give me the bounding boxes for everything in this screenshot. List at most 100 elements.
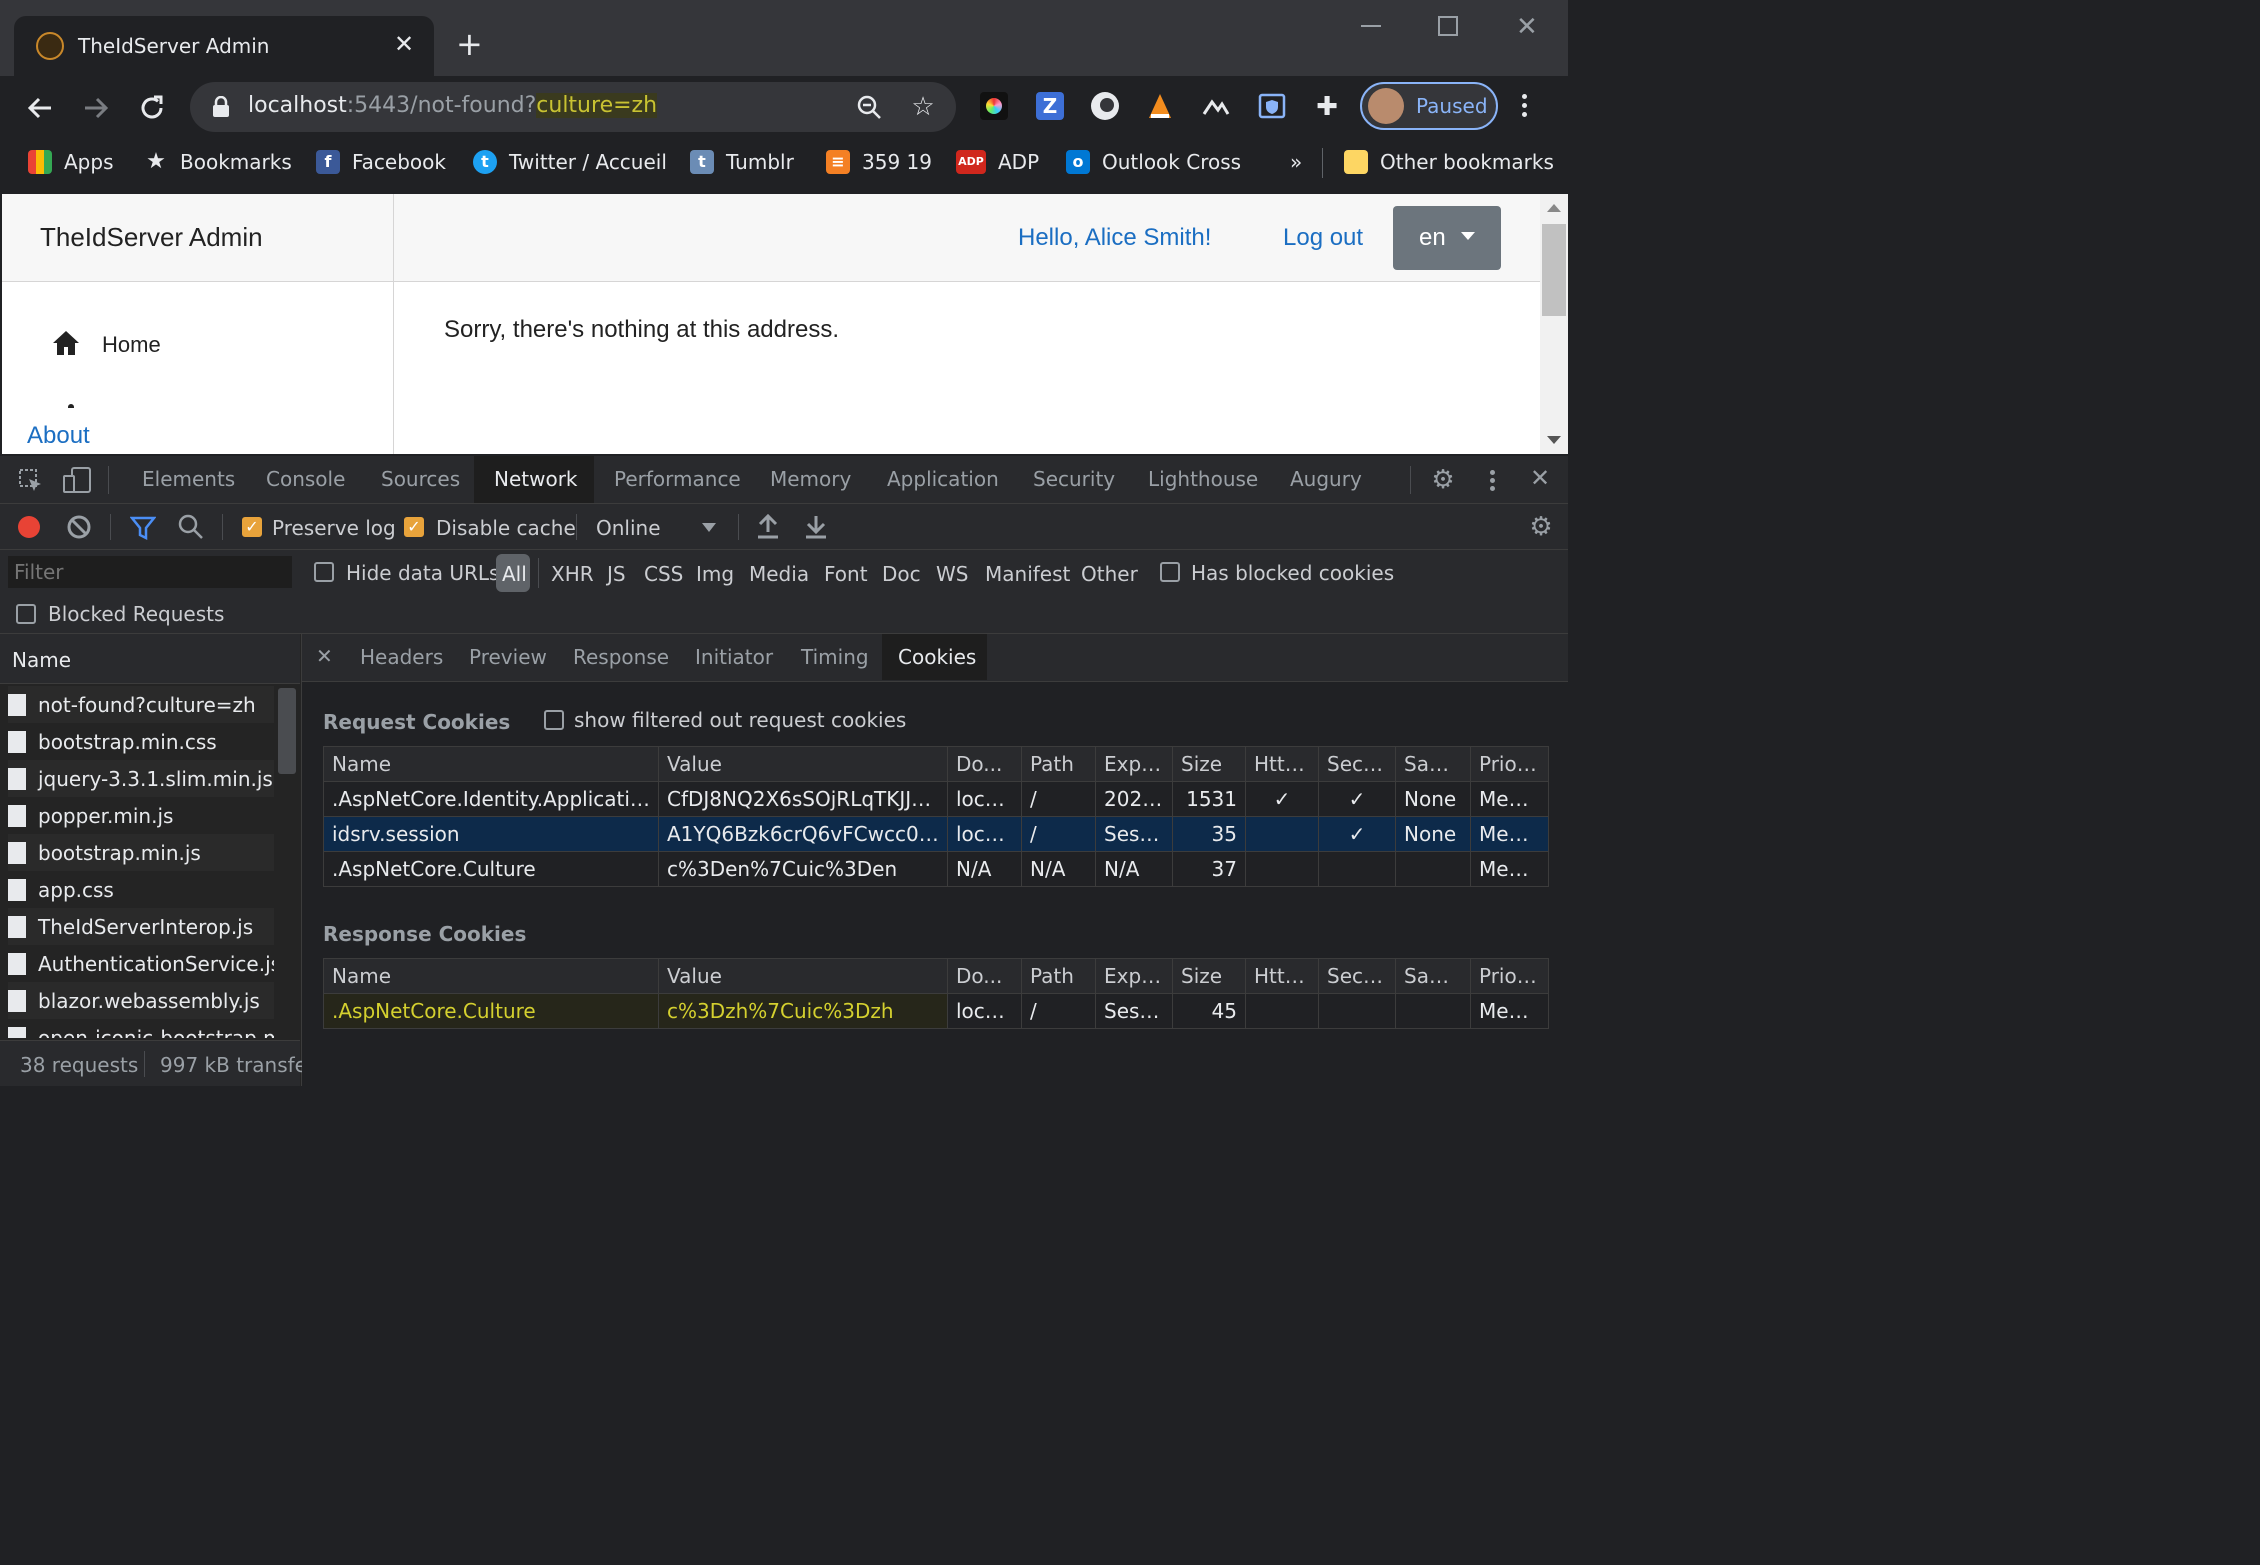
bookmark-other[interactable]: Other bookmarks [1344,150,1554,174]
chevron-down-icon[interactable] [702,523,716,533]
col-samesite[interactable]: Sam... [1395,958,1471,994]
bookmark-apps[interactable]: Apps [28,150,114,174]
type-js[interactable]: JS [607,562,626,586]
minimize-icon[interactable] [1360,14,1382,36]
extension-z-icon[interactable]: Z [1036,92,1064,120]
tab-preview[interactable]: Preview [453,634,563,680]
col-expires[interactable]: Expir... [1095,958,1173,994]
language-dropdown[interactable]: en [1393,206,1501,270]
blocked-requests-checkbox[interactable] [16,604,36,624]
tab-response[interactable]: Response [557,634,685,680]
table-row[interactable]: .AspNetCore.Culture c%3Den%7Cuic%3Den N/… [323,851,1549,887]
profile-button[interactable]: Paused [1360,82,1498,130]
bookmark-outlook[interactable]: o Outlook Cross [1066,150,1241,174]
devtools-close-icon[interactable]: ✕ [1530,464,1550,492]
clear-icon[interactable] [66,514,92,540]
tab-memory[interactable]: Memory [750,456,871,503]
back-arrow-icon[interactable] [26,94,54,122]
window-close-icon[interactable]: ✕ [1516,14,1538,40]
search-icon[interactable] [178,514,204,540]
col-value[interactable]: Value [658,958,948,994]
bookmark-bookmarks[interactable]: ★ Bookmarks [144,150,292,175]
type-doc[interactable]: Doc [882,562,921,586]
extensions-puzzle-icon[interactable]: ✚ [1312,92,1342,122]
filter-funnel-icon[interactable] [130,516,156,540]
bookmark-star-icon[interactable]: ☆ [908,92,938,122]
col-value[interactable]: Value [658,746,948,782]
tab-initiator[interactable]: Initiator [679,634,789,680]
nav-about[interactable]: About [27,422,90,450]
col-httponly[interactable]: Http... [1245,746,1319,782]
forward-arrow-icon[interactable] [82,94,110,122]
type-css[interactable]: CSS [644,562,683,586]
request-row[interactable]: blazor.webassembly.js [8,982,274,1019]
reload-icon[interactable] [138,94,166,122]
maximize-icon[interactable] [1438,16,1458,36]
scroll-up-icon[interactable] [1547,204,1561,212]
request-row[interactable]: AuthenticationService.js [8,945,274,982]
col-priority[interactable]: Prior... [1470,746,1549,782]
col-httponly[interactable]: Http... [1245,958,1319,994]
hide-data-urls-checkbox[interactable] [314,562,334,582]
new-tab-icon[interactable]: + [456,28,483,60]
browser-menu-icon[interactable] [1522,94,1530,117]
tab-console[interactable]: Console [246,456,365,503]
extension-colorwheel-icon[interactable] [980,92,1008,120]
table-row[interactable]: .AspNetCore.Identity.Application CfDJ8NQ… [323,781,1549,817]
request-list-scrollbar[interactable] [276,686,298,1038]
col-name[interactable]: Name [323,958,659,994]
col-size[interactable]: Size [1172,958,1246,994]
preserve-log-checkbox[interactable]: ✓ [242,517,262,537]
logout-link[interactable]: Log out [1283,224,1363,252]
bookmark-facebook[interactable]: f Facebook [316,150,446,174]
has-blocked-cookies-checkbox[interactable] [1160,562,1180,582]
type-img[interactable]: Img [696,562,734,586]
nav-home[interactable]: Home [102,332,161,358]
type-all-button[interactable]: All [496,554,530,592]
close-details-icon[interactable]: ✕ [316,644,333,668]
greeting-link[interactable]: Hello, Alice Smith! [1018,224,1211,252]
request-row[interactable]: bootstrap.min.js [8,834,274,871]
request-row[interactable]: jquery-3.3.1.slim.min.js [8,760,274,797]
col-domain[interactable]: Do... [947,746,1022,782]
filter-input[interactable] [8,556,292,588]
col-secure[interactable]: Secu... [1318,746,1396,782]
bookmark-stackoverflow[interactable]: ≡ 359 19 [826,150,932,174]
col-expires[interactable]: Expir... [1095,746,1173,782]
tab-cookies[interactable]: Cookies [882,634,987,680]
col-path[interactable]: Path [1021,746,1096,782]
tab-augury[interactable]: Augury [1270,456,1382,503]
scroll-down-icon[interactable] [1547,436,1561,444]
col-size[interactable]: Size [1172,746,1246,782]
col-name[interactable]: Name [323,746,659,782]
bookmarks-overflow-icon[interactable]: » [1290,150,1302,174]
type-manifest[interactable]: Manifest [985,562,1070,586]
tab-timing[interactable]: Timing [785,634,885,680]
type-xhr[interactable]: XHR [551,562,594,586]
tab-sources[interactable]: Sources [361,456,480,503]
tab-performance[interactable]: Performance [594,456,761,503]
request-row[interactable]: app.css [8,871,274,908]
throttle-select[interactable]: Online [596,516,661,540]
url-text[interactable]: localhost:5443/not-found?culture=zh [248,93,658,118]
network-settings-icon[interactable]: ⚙ [1526,512,1556,542]
disable-cache-checkbox[interactable]: ✓ [404,517,424,537]
tab-network[interactable]: Network [474,456,594,503]
type-font[interactable]: Font [824,562,868,586]
request-row[interactable]: not-found?culture=zh [8,686,274,723]
scroll-thumb[interactable] [1542,224,1566,316]
col-path[interactable]: Path [1021,958,1096,994]
request-row[interactable]: open-iconic-bootstrap.m [8,1019,274,1038]
bookmark-twitter[interactable]: t Twitter / Accueil [473,150,667,174]
address-bar[interactable]: localhost:5443/not-found?culture=zh ☆ [190,82,956,132]
tab-headers[interactable]: Headers [344,634,459,680]
col-samesite[interactable]: Sam... [1395,746,1471,782]
type-ws[interactable]: WS [936,562,968,586]
record-icon[interactable] [18,516,40,538]
extension-shield-icon[interactable] [1258,92,1286,120]
tab-elements[interactable]: Elements [122,456,255,503]
browser-tab[interactable]: TheIdServer Admin ✕ [14,16,434,76]
request-list-header[interactable]: Name [0,634,300,684]
col-priority[interactable]: Prior... [1470,958,1549,994]
settings-gear-icon[interactable]: ⚙ [1428,465,1458,495]
